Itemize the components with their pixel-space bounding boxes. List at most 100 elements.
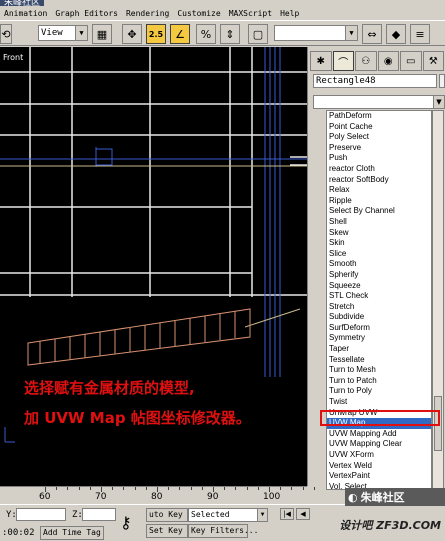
- menu-maxscript[interactable]: MAXScript: [225, 9, 276, 18]
- modifier-item[interactable]: Subdivide: [327, 312, 431, 323]
- modifier-item[interactable]: VertexPaint: [327, 471, 431, 482]
- modifier-item[interactable]: Turn to Patch: [327, 376, 431, 387]
- named-selection-set-select[interactable]: ▼: [274, 25, 358, 41]
- chevron-down-icon[interactable]: ▼: [433, 96, 444, 108]
- z-coord-field[interactable]: [82, 508, 116, 521]
- modifier-item[interactable]: Preserve: [327, 143, 431, 154]
- modifier-item[interactable]: Select By Channel: [327, 206, 431, 217]
- snap-toggle-button[interactable]: 2.5: [146, 24, 166, 44]
- modifier-item[interactable]: PathDeform: [327, 111, 431, 122]
- chevron-down-icon[interactable]: ▼: [345, 26, 357, 40]
- modifier-item[interactable]: Ripple: [327, 196, 431, 207]
- timeline-minor-tick: [280, 487, 282, 490]
- modifier-item[interactable]: Stretch: [327, 302, 431, 313]
- timeline-ruler[interactable]: 60 70 80 90 100: [0, 486, 315, 504]
- spinner-snap-icon[interactable]: ⇕: [220, 24, 240, 44]
- modifier-item[interactable]: Push: [327, 153, 431, 164]
- timeline-minor-tick: [67, 487, 69, 490]
- modifier-item[interactable]: SurfDeform: [327, 323, 431, 334]
- hierarchy-tab-icon[interactable]: ⚇: [355, 51, 377, 71]
- front-viewport[interactable]: Front 选择赋有金属材质的模型, 加 UVW Map 帖图坐标修改器。: [0, 47, 307, 486]
- modifier-item[interactable]: UVW Mapping Clear: [327, 439, 431, 450]
- modifier-items: PathDeform Point Cache Poly Select Preserve…: [327, 111, 431, 489]
- timeline-minor-tick: [89, 487, 91, 490]
- modifier-item[interactable]: Spherify: [327, 270, 431, 281]
- menu-graph-editors[interactable]: Graph Editors: [51, 9, 122, 18]
- timeline-minor-tick: [257, 487, 259, 490]
- modifier-item[interactable]: reactor SoftBody: [327, 175, 431, 186]
- watermark-site: 设计吧 ZF3D.COM: [339, 519, 441, 532]
- modifier-item[interactable]: UVW XForm: [327, 450, 431, 461]
- menu-help[interactable]: Help: [276, 9, 303, 18]
- modifier-item[interactable]: Shell: [327, 217, 431, 228]
- reference-coord-value: View: [41, 28, 63, 38]
- modifier-item[interactable]: Vertex Weld: [327, 461, 431, 472]
- modify-tab-icon[interactable]: ⌒: [332, 51, 354, 71]
- timeline-minor-tick: [112, 487, 114, 490]
- timeline-minor-tick: [246, 487, 248, 490]
- timeline-minor-tick: [190, 487, 192, 490]
- timeline-minor-tick: [134, 487, 136, 490]
- timeline-minor-tick: [235, 487, 237, 490]
- timeline-minor-tick: [224, 487, 226, 490]
- timeline-minor-tick: [291, 487, 293, 490]
- annotation-line-1: 选择赋有金属材质的模型,: [24, 379, 195, 397]
- timeline-tick-label: 70: [95, 492, 107, 502]
- timeline-tick-label: 90: [207, 492, 219, 502]
- modifier-item[interactable]: Slice: [327, 249, 431, 260]
- key-filters-button[interactable]: Key Filters...: [188, 524, 258, 538]
- modifier-item[interactable]: Twist: [327, 397, 431, 408]
- modifier-item[interactable]: reactor Cloth: [327, 164, 431, 175]
- modifier-item[interactable]: Turn to Poly: [327, 386, 431, 397]
- add-time-tag-button[interactable]: Add Time Tag: [40, 526, 104, 540]
- modifier-item[interactable]: Symmetry: [327, 333, 431, 344]
- object-color-swatch[interactable]: [439, 74, 445, 88]
- modifier-item[interactable]: Turn to Mesh: [327, 365, 431, 376]
- mirror-icon[interactable]: ⇔: [362, 24, 382, 44]
- modifier-list-dropdown[interactable]: ▼: [313, 95, 445, 109]
- auto-key-button[interactable]: uto Key: [146, 508, 188, 522]
- menu-rendering[interactable]: Rendering: [122, 9, 173, 18]
- modifier-list-scrollbar[interactable]: [432, 110, 444, 490]
- menu-customize[interactable]: Customize: [173, 9, 224, 18]
- percent-snap-icon[interactable]: %: [196, 24, 216, 44]
- modifier-list[interactable]: PathDeform Point Cache Poly Select Preserve…: [326, 110, 432, 490]
- modifier-item[interactable]: Skew: [327, 228, 431, 239]
- modifier-item[interactable]: STL Check: [327, 291, 431, 302]
- modifier-item[interactable]: UVW Mapping Add: [327, 429, 431, 440]
- motion-tab-icon[interactable]: ◉: [377, 51, 399, 71]
- timeline-minor-tick: [179, 487, 181, 490]
- modifier-item[interactable]: Taper: [327, 344, 431, 355]
- chevron-down-icon[interactable]: ▼: [75, 26, 87, 40]
- y-coord-field[interactable]: [16, 508, 66, 521]
- set-key-button[interactable]: Set Key: [146, 524, 188, 538]
- timeline-minor-tick: [78, 487, 80, 490]
- timeline-tick-label: 80: [151, 492, 163, 502]
- modifier-item[interactable]: Smooth: [327, 259, 431, 270]
- utilities-tab-icon[interactable]: ⚒: [422, 51, 444, 71]
- layer-manager-icon[interactable]: ≡: [410, 24, 430, 44]
- angle-snap-icon[interactable]: ∠: [170, 24, 190, 44]
- align-icon[interactable]: ◆: [386, 24, 406, 44]
- menu-animation[interactable]: Animation: [0, 9, 51, 18]
- command-panel-tabs: ✱ ⌒ ⚇ ◉ ▭ ⚒: [310, 51, 444, 73]
- menu-bar: Animation Graph Editors Rendering Custom…: [0, 6, 445, 20]
- modifier-item[interactable]: Squeeze: [327, 281, 431, 292]
- named-selection-icon[interactable]: ▢: [248, 24, 268, 44]
- create-tab-icon[interactable]: ✱: [310, 51, 332, 71]
- display-tab-icon[interactable]: ▭: [400, 51, 422, 71]
- object-name-field[interactable]: Rectangle48: [313, 74, 437, 88]
- key-icon[interactable]: ⚷: [120, 513, 132, 532]
- modifier-item[interactable]: Tessellate: [327, 355, 431, 366]
- reference-coord-select[interactable]: View ▼: [38, 25, 88, 41]
- modifier-item[interactable]: Point Cache: [327, 122, 431, 133]
- select-manipulate-icon[interactable]: ✥: [122, 24, 142, 44]
- modifier-item[interactable]: Skin: [327, 238, 431, 249]
- timeline-minor-tick: [168, 487, 170, 490]
- pivot-center-icon[interactable]: ▦: [92, 24, 112, 44]
- snap-label: 2.5: [148, 29, 164, 39]
- timeline-minor-tick: [313, 487, 315, 490]
- rotate-icon[interactable]: ⟲: [0, 24, 12, 44]
- modifier-item[interactable]: Relax: [327, 185, 431, 196]
- modifier-item[interactable]: Poly Select: [327, 132, 431, 143]
